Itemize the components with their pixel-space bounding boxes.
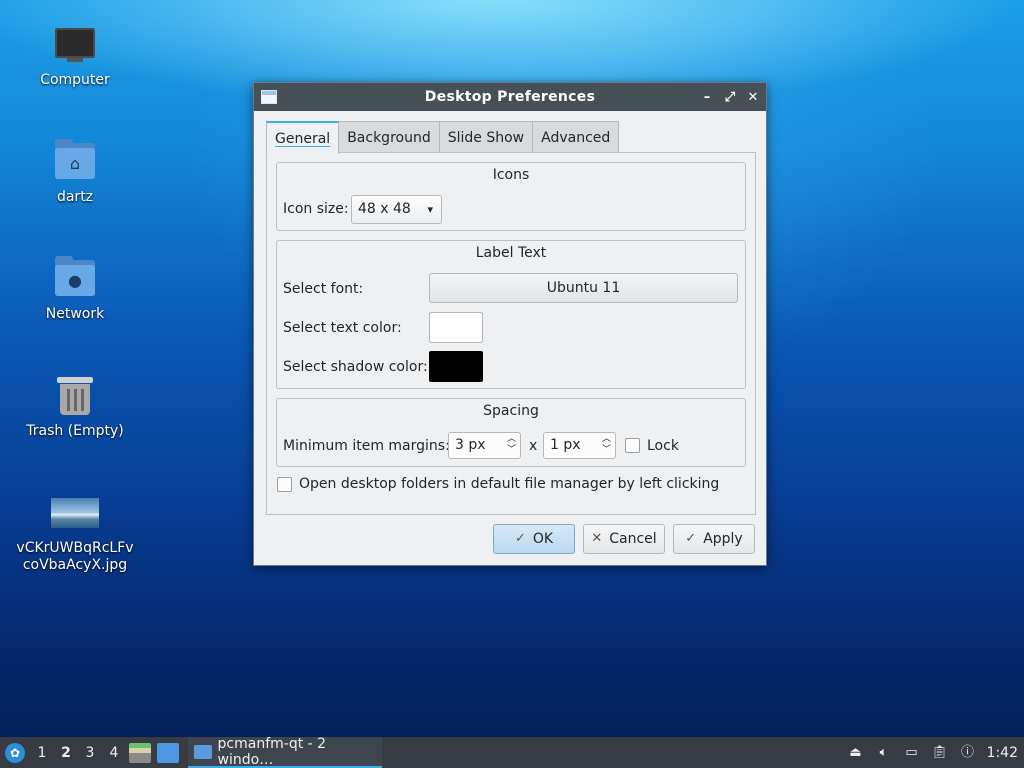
margins-label: Minimum item margins: <box>283 438 450 454</box>
desktop-icon-label-line1: vCKrUWBqRcLFv <box>16 540 134 556</box>
margin-x-spinbox[interactable]: 3 px ︿ ﹀ <box>448 432 521 459</box>
icons-group-title: Icons <box>492 167 530 183</box>
workspace-4[interactable]: 4 <box>102 745 126 761</box>
spin-arrows-icon[interactable]: ︿ ﹀ <box>507 434 516 456</box>
workspace-3[interactable]: 3 <box>78 745 102 761</box>
eject-icon[interactable]: ⏏ <box>847 744 865 762</box>
tab-general[interactable]: General <box>266 121 340 154</box>
general-tab-panel: Icons Icon size: 48 x 48 ▾ Label Text Se… <box>266 152 756 515</box>
home-folder-icon: ⌂ <box>51 137 99 185</box>
system-tray: ⏏ 🔈︎ ▭ 📋︎ ⓘ 1:42 <box>847 737 1024 768</box>
trash-icon <box>51 371 99 419</box>
folder-icon <box>194 744 212 759</box>
spacing-group: Spacing Minimum item margins: 3 px ︿ ﹀ x … <box>276 398 746 467</box>
taskbar-task-pcmanfm[interactable]: pcmanfm-qt - 2 windo… <box>188 735 382 768</box>
lxqt-logo-icon: ✿ <box>5 742 25 763</box>
icon-size-value: 48 x 48 <box>358 201 411 217</box>
clock[interactable]: 1:42 <box>987 745 1018 761</box>
desktop-icon-network[interactable]: ● Network <box>10 254 140 323</box>
image-file-icon <box>51 488 99 536</box>
desktop-preferences-dialog: Desktop Preferences – ⤢ ✕ General Backgr… <box>253 82 767 566</box>
workspace-2[interactable]: 2 <box>54 745 78 761</box>
show-desktop-icon[interactable] <box>157 742 179 763</box>
computer-icon <box>51 20 99 68</box>
chevron-down-icon: ▾ <box>427 203 433 216</box>
maximize-icon[interactable]: ⤢ <box>723 90 737 105</box>
desktop-icon-label: Network <box>45 306 105 322</box>
cancel-x-icon: ✕ <box>591 531 603 546</box>
margin-separator: x <box>529 438 538 454</box>
dialog-titlebar[interactable]: Desktop Preferences – ⤢ ✕ <box>254 83 766 111</box>
select-font-button[interactable]: Ubuntu 11 <box>429 273 738 303</box>
font-label: Select font: <box>283 281 364 297</box>
clipboard-icon[interactable]: 📋︎ <box>931 744 949 762</box>
label-text-group: Label Text Select font: Ubuntu 11 Select… <box>276 240 746 389</box>
close-icon[interactable]: ✕ <box>746 90 760 105</box>
spin-arrows-icon[interactable]: ︿ ﹀ <box>602 434 611 456</box>
open-folders-label: Open desktop folders in default file man… <box>299 476 720 492</box>
lock-label: Lock <box>647 438 679 454</box>
network-folder-icon: ● <box>51 254 99 302</box>
minimize-icon[interactable]: – <box>700 90 714 105</box>
file-manager-launcher-icon[interactable] <box>129 742 151 763</box>
desktop-icon-image-file[interactable]: vCKrUWBqRcLFv coVbaAcyX.jpg <box>10 488 140 574</box>
cancel-button[interactable]: ✕ Cancel <box>583 524 665 554</box>
tab-slide-show[interactable]: Slide Show <box>438 121 534 153</box>
checkmark-icon: ✓ <box>514 531 526 546</box>
volume-icon[interactable]: 🔈︎ <box>875 744 893 762</box>
shadow-color-label: Select shadow color: <box>283 359 428 375</box>
desktop-icon-label-line2: coVbaAcyX.jpg <box>22 557 128 573</box>
tab-background[interactable]: Background <box>338 121 440 153</box>
icon-size-select[interactable]: 48 x 48 ▾ <box>351 195 442 224</box>
icon-size-label: Icon size: <box>283 201 349 217</box>
text-color-label: Select text color: <box>283 320 402 336</box>
tab-advanced[interactable]: Advanced <box>532 121 620 153</box>
task-label: pcmanfm-qt - 2 windo… <box>217 735 327 768</box>
margin-y-spinbox[interactable]: 1 px ︿ ﹀ <box>543 432 616 459</box>
workspace-1[interactable]: 1 <box>30 745 54 761</box>
desktop-icon-computer[interactable]: Computer <box>10 20 140 89</box>
shadow-color-swatch[interactable] <box>429 351 483 382</box>
desktop-icon-label: Trash (Empty) <box>26 423 124 439</box>
apply-button[interactable]: ✓ Apply <box>673 524 755 554</box>
text-color-swatch[interactable] <box>429 312 483 343</box>
desktop-icon-label: Computer <box>40 72 110 88</box>
margin-x-value: 3 px <box>455 437 486 453</box>
start-menu-button[interactable]: ✿ <box>0 737 30 768</box>
checkmark-icon: ✓ <box>685 531 697 546</box>
desktop-icon-trash[interactable]: Trash (Empty) <box>10 371 140 440</box>
window-icon <box>261 90 277 104</box>
icons-group: Icons Icon size: 48 x 48 ▾ <box>276 162 746 231</box>
desktop-icon-dartz[interactable]: ⌂ dartz <box>10 137 140 206</box>
taskbar: ✿ 1 2 3 4 pcmanfm-qt - 2 windo… ⏏ 🔈︎ ▭ 📋… <box>0 735 1024 768</box>
label-text-group-title: Label Text <box>475 245 547 261</box>
spacing-group-title: Spacing <box>483 403 539 419</box>
dialog-title: Desktop Preferences <box>424 89 596 105</box>
network-icon[interactable]: ▭ <box>903 744 921 762</box>
margin-y-value: 1 px <box>550 437 581 453</box>
tab-bar: General Background Slide Show Advanced <box>266 121 620 154</box>
lock-checkbox[interactable] <box>625 438 640 453</box>
ok-button[interactable]: ✓ OK <box>493 524 575 554</box>
update-notifier-icon[interactable]: ⓘ <box>959 744 977 762</box>
open-folders-checkbox[interactable] <box>277 477 292 492</box>
desktop-icon-label: dartz <box>56 189 94 205</box>
